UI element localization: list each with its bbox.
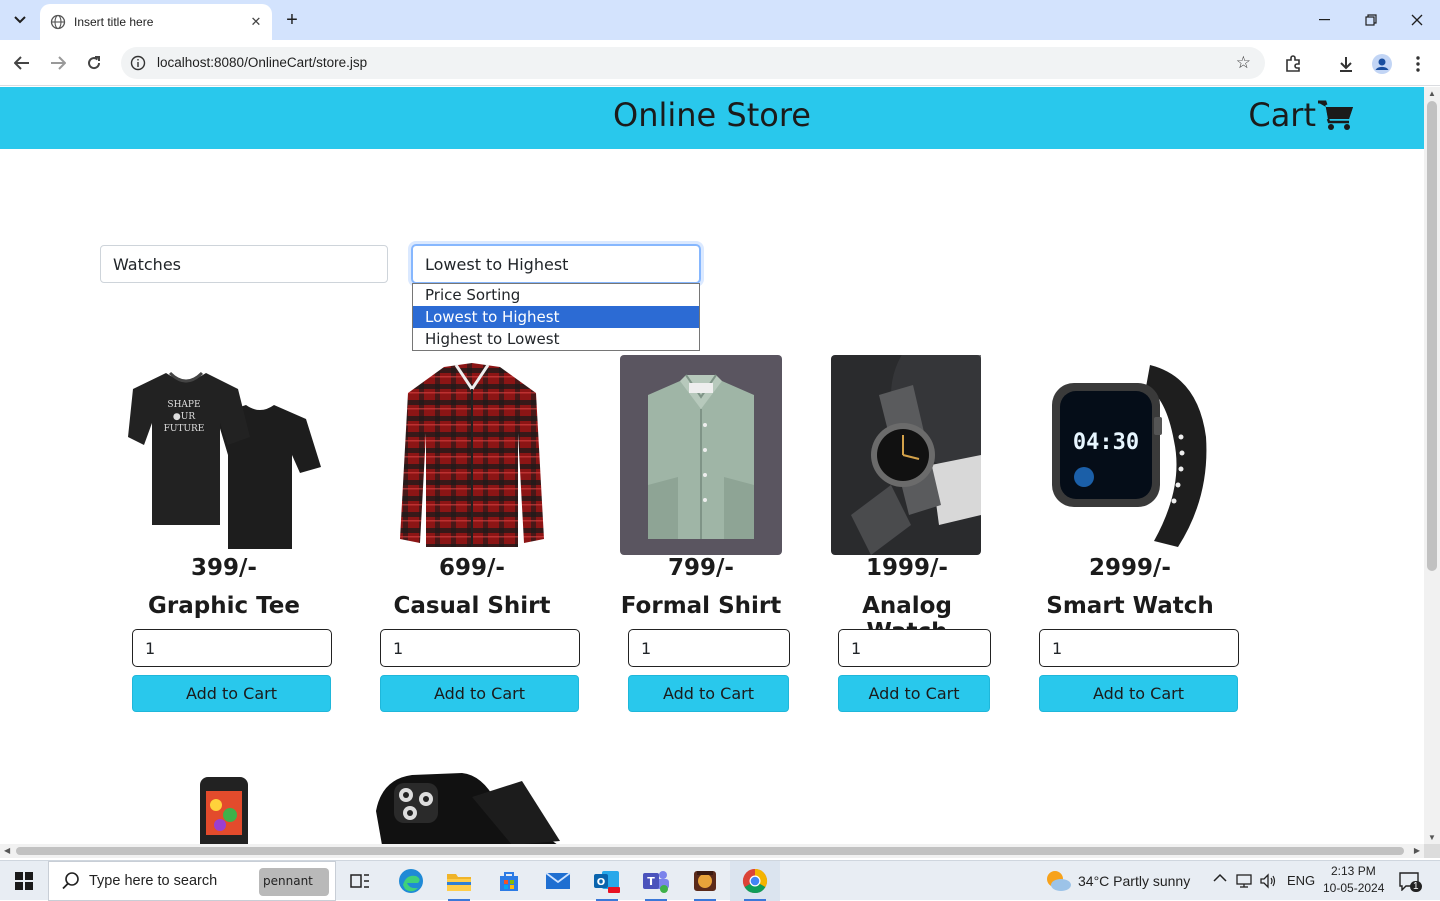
product-price: 799/- <box>668 555 734 581</box>
cart-label[interactable]: Cart <box>1248 96 1316 134</box>
back-icon[interactable] <box>9 50 35 76</box>
forward-icon[interactable] <box>45 50 71 76</box>
price-sort-dropdown: Price Sorting Lowest to Highest Highest … <box>412 283 700 351</box>
product-name: Casual Shirt <box>393 593 551 619</box>
reload-icon[interactable] <box>81 50 107 76</box>
horizontal-scrollbar[interactable]: ◀ ▶ <box>0 844 1424 858</box>
teams-icon[interactable]: T <box>641 866 671 901</box>
tab-title: Insert title here <box>74 15 154 29</box>
formal-shirt-image <box>620 355 782 555</box>
clock-time[interactable]: 2:13 PM <box>1331 864 1376 878</box>
extensions-icon[interactable] <box>1281 52 1305 76</box>
tab-close-icon[interactable]: ✕ <box>246 12 266 32</box>
sort-option-lowest-to-highest[interactable]: Lowest to Highest <box>413 306 699 328</box>
sort-option-highest-to-lowest[interactable]: Highest to Lowest <box>413 328 699 350</box>
tab-search-icon[interactable] <box>7 7 33 33</box>
mail-icon[interactable] <box>543 866 573 896</box>
url-text[interactable]: localhost:8080/OnlineCart/store.jsp <box>157 55 367 70</box>
plaid-shirt-image <box>400 363 544 547</box>
smartwatch-time: 04:30 <box>1073 430 1139 455</box>
chrome-icon[interactable] <box>740 866 770 901</box>
microsoft-store-icon[interactable] <box>494 866 524 896</box>
network-icon[interactable] <box>1236 873 1254 889</box>
add-to-cart-button[interactable]: Add to Cart <box>838 675 990 712</box>
page-viewport: Online Store Cart Watches Lowest to High… <box>0 87 1424 844</box>
windows-taskbar: Type here to search pennant O T 34°C Par… <box>0 860 1440 901</box>
product-price: 699/- <box>439 555 505 581</box>
search-placeholder[interactable]: Type here to search <box>89 873 217 889</box>
quantity-input[interactable]: 1 <box>132 629 332 667</box>
shopping-cart-icon[interactable] <box>1318 100 1354 130</box>
browser-toolbar: localhost:8080/OnlineCart/store.jsp ☆ <box>0 40 1440 86</box>
quantity-input[interactable]: 1 <box>628 629 790 667</box>
globe-icon <box>50 14 66 30</box>
sort-option-price-sorting[interactable]: Price Sorting <box>413 284 699 306</box>
phone-case-image <box>376 773 560 844</box>
svg-text:●UR: ●UR <box>173 412 195 422</box>
feature-phone-image <box>200 777 248 844</box>
site-title: Online Store <box>613 96 811 134</box>
weather-partly-sunny-icon[interactable] <box>1044 869 1072 893</box>
minimize-icon[interactable] <box>1302 0 1348 40</box>
horizontal-scroll-thumb[interactable] <box>16 847 1404 855</box>
product-price: 1999/- <box>866 555 948 581</box>
price-sort-select[interactable]: Lowest to Highest <box>411 244 701 284</box>
analog-watch-image <box>831 355 981 555</box>
notification-count-badge: 1 <box>1410 881 1422 892</box>
search-icon <box>62 872 79 890</box>
add-to-cart-button[interactable]: Add to Cart <box>1039 675 1238 712</box>
task-view-icon[interactable] <box>345 866 375 896</box>
svg-text:SHAPE: SHAPE <box>167 400 200 410</box>
browser-tab[interactable]: Insert title here ✕ <box>40 4 272 40</box>
category-filter-input[interactable]: Watches <box>100 245 388 283</box>
vertical-scrollbar[interactable]: ▲ ▼ <box>1424 87 1440 844</box>
vertical-scroll-thumb[interactable] <box>1427 101 1437 571</box>
tshirt-image: SHAPE ●UR FUTURE <box>128 371 321 549</box>
clock-date[interactable]: 10-05-2024 <box>1323 881 1384 895</box>
quantity-input[interactable]: 1 <box>380 629 580 667</box>
bookmark-star-icon[interactable]: ☆ <box>1236 53 1251 73</box>
address-bar[interactable]: localhost:8080/OnlineCart/store.jsp ☆ <box>121 47 1265 79</box>
new-tab-icon[interactable]: + <box>280 8 304 32</box>
product-price: 399/- <box>191 555 257 581</box>
svg-text:FUTURE: FUTURE <box>164 424 205 434</box>
language-indicator[interactable]: ENG <box>1287 873 1315 888</box>
download-icon[interactable] <box>1334 52 1358 76</box>
windows-start-icon[interactable] <box>0 861 48 901</box>
scroll-corner <box>1424 844 1440 858</box>
browser-tabstrip: Insert title here ✕ + <box>0 0 1440 40</box>
close-window-icon[interactable] <box>1394 0 1440 40</box>
profile-avatar-icon[interactable] <box>1370 52 1394 76</box>
volume-icon[interactable] <box>1260 873 1278 889</box>
add-to-cart-button[interactable]: Add to Cart <box>380 675 579 712</box>
search-highlight-badge[interactable]: pennant <box>259 868 329 896</box>
add-to-cart-button[interactable]: Add to Cart <box>132 675 331 712</box>
taskbar-search-box[interactable]: Type here to search pennant <box>48 861 336 901</box>
smart-watch-image: 04:30 <box>1052 365 1207 547</box>
cart-link[interactable]: Cart <box>1248 96 1354 134</box>
weather-text[interactable]: 34°C Partly sunny <box>1078 873 1190 889</box>
quantity-input[interactable]: 1 <box>838 629 991 667</box>
edge-browser-icon[interactable] <box>396 866 426 896</box>
site-header: Online Store Cart <box>0 87 1424 149</box>
outlook-icon[interactable]: O <box>592 866 622 901</box>
chevron-up-icon[interactable] <box>1213 870 1227 886</box>
product-name: Smart Watch <box>1046 593 1214 619</box>
svg-text:T: T <box>647 875 655 888</box>
product-price: 2999/- <box>1089 555 1171 581</box>
restore-icon[interactable] <box>1348 0 1394 40</box>
add-to-cart-button[interactable]: Add to Cart <box>628 675 789 712</box>
app-icon[interactable] <box>690 866 720 901</box>
product-name: Graphic Tee <box>148 593 300 619</box>
menu-kebab-icon[interactable] <box>1406 52 1430 76</box>
quantity-input[interactable]: 1 <box>1039 629 1239 667</box>
file-explorer-icon[interactable] <box>444 866 474 901</box>
svg-text:O: O <box>597 877 606 888</box>
product-name: Formal Shirt <box>620 593 782 619</box>
site-info-icon[interactable] <box>130 55 146 71</box>
